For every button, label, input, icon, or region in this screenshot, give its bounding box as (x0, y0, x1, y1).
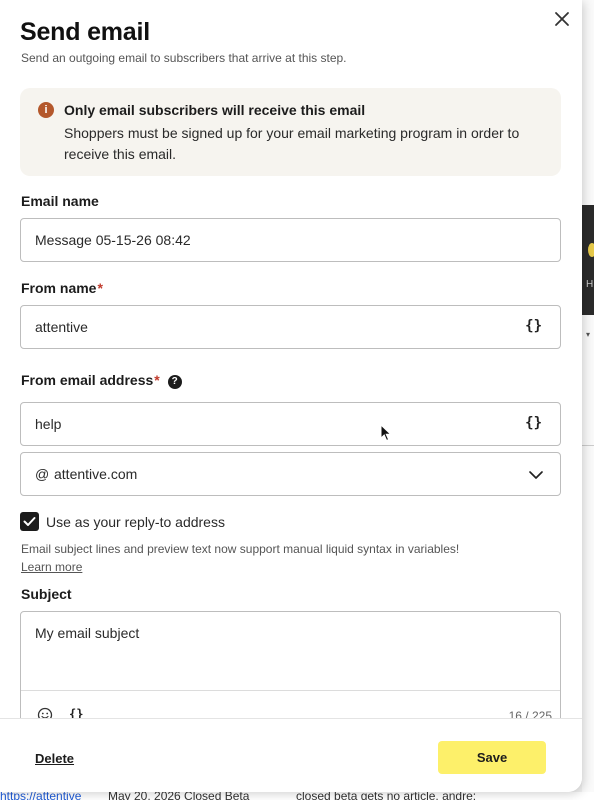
domain-value: attentive.com (54, 466, 138, 482)
subject-toolbar-divider (21, 690, 560, 691)
background-text-note: closed beta gets no article, andre: (296, 792, 477, 800)
send-email-modal: Send email Send an outgoing email to sub… (0, 0, 582, 792)
close-icon (555, 12, 569, 26)
background-bottom-row: https://attentive May 20, 2026 Closed Be… (0, 792, 594, 800)
notice-body: Shoppers must be signed up for your emai… (64, 125, 520, 162)
background-text-date: May 20, 2026 Closed Beta (108, 792, 250, 800)
subscriber-notice: i Only email subscribers will receive th… (20, 88, 561, 176)
background-divider (582, 445, 594, 446)
notice-title: Only email subscribers will receive this… (64, 102, 366, 118)
learn-more-link[interactable]: Learn more (21, 560, 82, 574)
subject-label-text: Subject (21, 586, 72, 602)
email-name-label-text: Email name (21, 193, 99, 209)
background-link[interactable]: https://attentive (0, 792, 81, 800)
subject-value: My email subject (35, 625, 140, 641)
from-email-label: From email address*? (21, 372, 182, 389)
required-mark: * (97, 280, 103, 296)
variable-icon[interactable]: {} (525, 318, 542, 334)
at-symbol: @ (35, 466, 50, 482)
help-icon[interactable]: ? (167, 375, 182, 389)
reply-to-label[interactable]: Use as your reply-to address (46, 514, 225, 530)
email-name-label: Email name (21, 193, 99, 209)
modal-subtitle: Send an outgoing email to subscribers th… (21, 51, 347, 65)
delete-button[interactable]: Delete (35, 751, 74, 766)
from-name-label-text: From name (21, 280, 97, 296)
modal-footer: Delete Save (0, 718, 582, 792)
from-name-label: From name* (21, 280, 103, 296)
close-button[interactable] (550, 7, 574, 31)
from-email-domain-select[interactable]: @ attentive.com (20, 452, 561, 496)
from-email-label-text: From email address (21, 372, 154, 388)
required-mark: * (154, 372, 160, 388)
background-side-letter: H (586, 279, 594, 290)
background-dark-panel: H (582, 205, 594, 315)
info-icon: i (38, 102, 54, 118)
variable-icon[interactable]: {} (525, 415, 542, 431)
email-name-field[interactable]: Message 05-15-26 08:42 (20, 218, 561, 262)
from-name-value: attentive (35, 319, 88, 335)
checkmark-icon (23, 517, 36, 526)
reply-to-checkbox[interactable] (20, 512, 39, 531)
subject-label: Subject (21, 586, 72, 602)
background-right-panel (582, 0, 594, 800)
background-marker (588, 243, 594, 257)
modal-title: Send email (20, 18, 150, 46)
liquid-syntax-note: Email subject lines and preview text now… (21, 542, 460, 556)
from-email-local-field[interactable]: help {} (20, 402, 561, 446)
from-email-local-value: help (35, 416, 62, 432)
email-name-value: Message 05-15-26 08:42 (35, 232, 191, 248)
background-caret-icon: ▾ (586, 330, 591, 339)
chevron-down-icon (529, 471, 543, 479)
save-button[interactable]: Save (438, 741, 546, 774)
from-name-field[interactable]: attentive {} (20, 305, 561, 349)
mouse-cursor-icon (380, 424, 392, 442)
